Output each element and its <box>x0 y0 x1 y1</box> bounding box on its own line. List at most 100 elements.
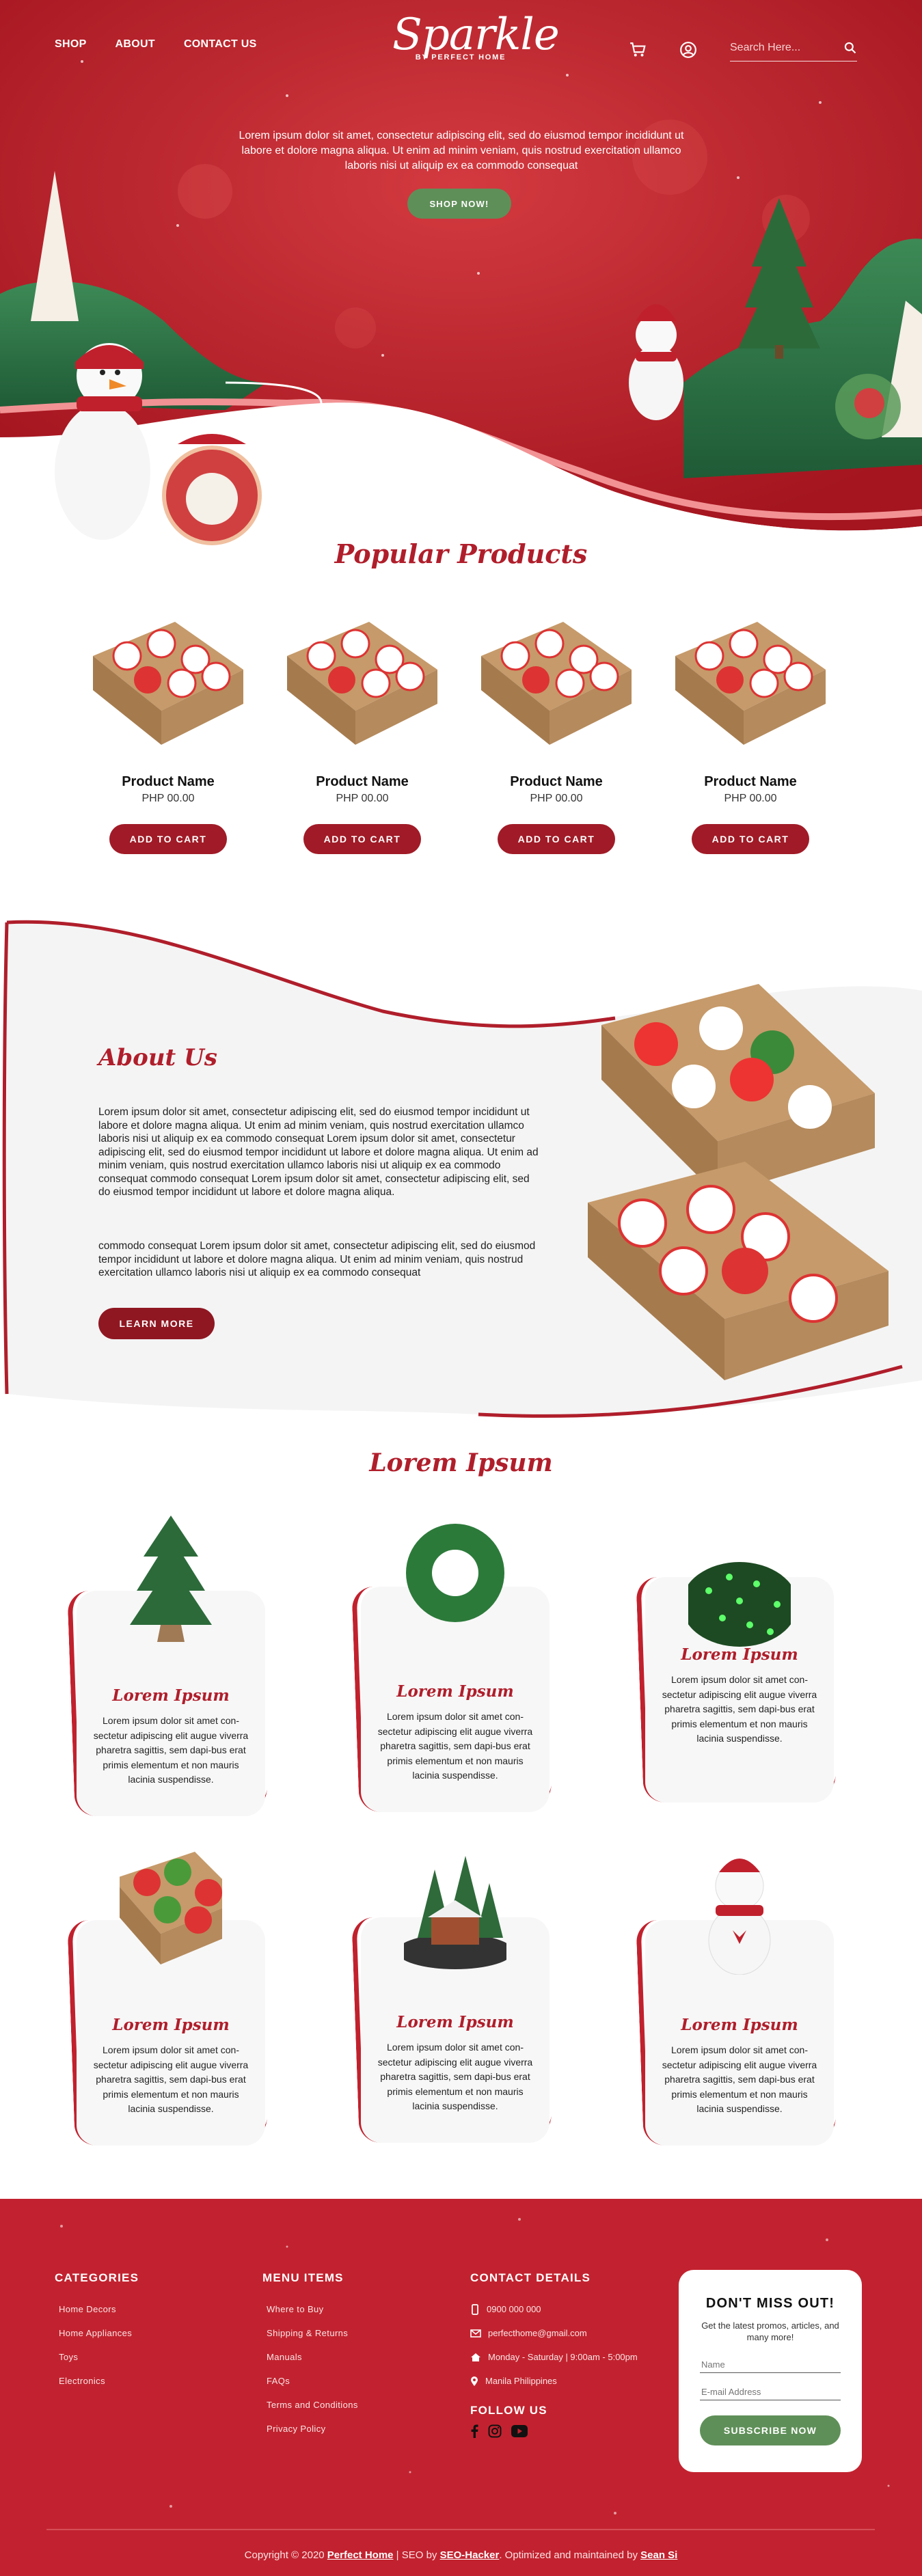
footer-link-shipping[interactable]: Shipping & Returns <box>262 2321 358 2345</box>
add-to-cart-button[interactable]: ADD TO CART <box>109 824 227 854</box>
card-title: Lorem Ipsum <box>396 2013 514 2031</box>
lorem-ipsum-title: Lorem Ipsum <box>369 1449 553 1477</box>
card-text: Lorem ipsum dolor sit amet con-sectetur … <box>93 2044 249 2114</box>
about-title: About Us <box>98 1044 217 1071</box>
user-icon[interactable] <box>679 41 697 59</box>
product-name[interactable]: Product Name <box>86 774 250 790</box>
card-text: Lorem ipsum dolor sit amet con-sectetur … <box>93 1715 249 1785</box>
footer-link-terms[interactable]: Terms and Conditions <box>262 2393 358 2417</box>
about-paragraph-1: Lorem ipsum dolor sit amet, consectetur … <box>98 1106 539 1198</box>
ornament-box-image[interactable] <box>668 608 832 765</box>
product-name[interactable]: Product Name <box>280 774 444 790</box>
social-links <box>470 2424 638 2438</box>
seo-hacker-link[interactable]: SEO-Hacker <box>440 2549 500 2561</box>
instagram-icon[interactable] <box>488 2424 502 2438</box>
newsletter-name-input[interactable] <box>700 2357 841 2373</box>
product-name[interactable]: Product Name <box>668 774 832 790</box>
feature-card: Lorem Ipsum Lorem ipsum dolor sit amet c… <box>67 1516 272 1819</box>
nav-shop[interactable]: SHOP <box>55 38 87 51</box>
shop-now-button[interactable]: SHOP NOW! <box>407 189 511 219</box>
product-price: PHP 00.00 <box>530 793 583 804</box>
product-price: PHP 00.00 <box>724 793 777 804</box>
contact-email[interactable]: perfecthome@gmail.com <box>488 2328 587 2338</box>
footer-link-home-decors[interactable]: Home Decors <box>55 2297 139 2321</box>
footer-link-where-to-buy[interactable]: Where to Buy <box>262 2297 358 2321</box>
search-input[interactable] <box>730 41 832 54</box>
about-paragraph-2: commodo consequat Lorem ipsum dolor sit … <box>98 1240 536 1278</box>
product-name[interactable]: Product Name <box>474 774 638 790</box>
card-text: Lorem ipsum dolor sit amet con-sectetur … <box>377 1711 533 1781</box>
ornament-box-image[interactable] <box>86 608 250 765</box>
add-to-cart-button[interactable]: ADD TO CART <box>692 824 809 854</box>
follow-us-heading: FOLLOW US <box>470 2404 547 2417</box>
phone-icon <box>472 2303 478 2315</box>
footer-link-privacy[interactable]: Privacy Policy <box>262 2417 358 2441</box>
footer-link-manuals[interactable]: Manuals <box>262 2345 358 2369</box>
feature-card: Lorem Ipsum Lorem ipsum dolor sit amet c… <box>351 1524 556 1815</box>
newsletter-title: DON'T MISS OUT! <box>705 2296 835 2311</box>
card-title: Lorem Ipsum <box>112 1686 230 1705</box>
home-icon <box>471 2353 480 2361</box>
footer-contact: CONTACT DETAILS 0900 000 000 perfecthome… <box>470 2271 638 2438</box>
footer-menu-items: MENU ITEMS Where to Buy Shipping & Retur… <box>262 2271 358 2441</box>
wreath-icon <box>406 1524 504 1622</box>
snowman-icon <box>708 1859 771 1975</box>
nav-contact[interactable]: CONTACT US <box>184 38 257 51</box>
feature-card: Lorem Ipsum Lorem ipsum dolor sit amet c… <box>636 1859 841 2148</box>
hero-text: Lorem ipsum dolor sit amet, consectetur … <box>239 130 684 172</box>
categories-heading: CATEGORIES <box>55 2271 139 2284</box>
facebook-icon[interactable] <box>470 2424 478 2438</box>
ornament-box-icon <box>120 1852 222 1964</box>
hero-section: SHOP ABOUT CONTACT US Sparkle BY PERFECT… <box>0 0 922 547</box>
sparkle-logo[interactable]: Sparkle BY PERFECT HOME <box>392 7 560 82</box>
search-bar <box>730 34 857 61</box>
footer-link-toys[interactable]: Toys <box>55 2345 139 2369</box>
search-icon[interactable] <box>843 41 857 55</box>
product-card: Product Name PHP 00.00 ADD TO CART <box>86 608 250 854</box>
contact-address: Manila Philippines <box>485 2376 557 2386</box>
sean-si-link[interactable]: Sean Si <box>640 2549 677 2561</box>
subscribe-now-button[interactable]: SUBSCRIBE NOW <box>700 2415 841 2445</box>
card-title: Lorem Ipsum <box>396 1682 514 1701</box>
menu-items-heading: MENU ITEMS <box>262 2271 344 2284</box>
card-title: Lorem Ipsum <box>681 1645 798 1664</box>
cart-icon[interactable] <box>629 41 647 59</box>
copyright-prefix: Copyright © 2020 <box>244 2549 325 2561</box>
product-card: Product Name PHP 00.00 ADD TO CART <box>280 608 444 854</box>
popular-products-title: Popular Products <box>334 538 588 569</box>
location-pin-icon <box>471 2376 478 2386</box>
ornament-box-image[interactable] <box>474 608 638 765</box>
card-title: Lorem Ipsum <box>681 2016 798 2034</box>
perfect-home-link[interactable]: Perfect Home <box>327 2549 394 2561</box>
newsletter-email-input[interactable] <box>700 2384 841 2400</box>
card-text: Lorem ipsum dolor sit amet con-sectetur … <box>662 1674 817 1744</box>
seo-prefix: | SEO by <box>396 2549 437 2561</box>
product-card: Product Name PHP 00.00 ADD TO CART <box>668 608 832 854</box>
card-title: Lorem Ipsum <box>112 2016 230 2034</box>
footer-link-electronics[interactable]: Electronics <box>55 2369 139 2393</box>
nav-about[interactable]: ABOUT <box>116 38 155 51</box>
snow-village-icon <box>404 1856 506 1969</box>
contact-phone: 0900 000 000 <box>487 2304 541 2314</box>
feature-card: Lorem Ipsum Lorem ipsum dolor sit amet c… <box>351 1856 556 2146</box>
contact-heading: CONTACT DETAILS <box>470 2271 591 2284</box>
add-to-cart-button[interactable]: ADD TO CART <box>303 824 421 854</box>
feature-card: Lorem Ipsum Lorem ipsum dolor sit amet c… <box>636 1562 841 1805</box>
add-to-cart-button[interactable]: ADD TO CART <box>498 824 615 854</box>
feature-card: Lorem Ipsum Lorem ipsum dolor sit amet c… <box>67 1852 272 2148</box>
card-text: Lorem ipsum dolor sit amet con-sectetur … <box>662 2044 817 2114</box>
newsletter-box: DON'T MISS OUT! Get the latest promos, a… <box>679 2270 862 2472</box>
learn-more-button[interactable]: LEARN MORE <box>98 1308 215 1339</box>
product-price: PHP 00.00 <box>141 793 195 804</box>
maintained-by-text: . Optimized and maintained by <box>499 2549 638 2561</box>
youtube-icon[interactable] <box>511 2425 528 2437</box>
footer-link-faqs[interactable]: FAQs <box>262 2369 358 2393</box>
ornament-box-image[interactable] <box>280 608 444 765</box>
footer: CATEGORIES Home Decors Home Appliances T… <box>0 2199 922 2576</box>
product-card: Product Name PHP 00.00 ADD TO CART <box>474 608 638 854</box>
christmas-tree-icon <box>130 1516 212 1642</box>
copyright-line: Copyright © 2020 Perfect Home | SEO by S… <box>0 2549 922 2561</box>
card-text: Lorem ipsum dolor sit amet con-sectetur … <box>377 2042 533 2111</box>
footer-link-home-appliances[interactable]: Home Appliances <box>55 2321 139 2345</box>
main-nav: SHOP ABOUT CONTACT US <box>55 38 257 51</box>
